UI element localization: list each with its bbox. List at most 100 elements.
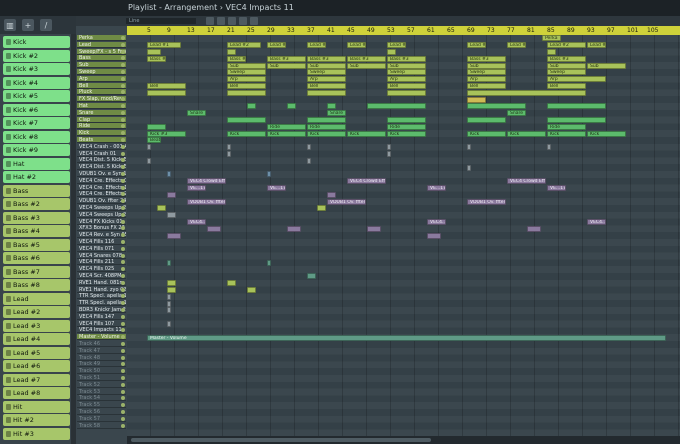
track-header[interactable]: VEC4 Cre. Effects 17 <box>77 185 126 191</box>
channel-button[interactable]: Kick #9 <box>3 144 70 156</box>
pattern-clip[interactable]: Sub <box>307 62 346 69</box>
track-header[interactable]: VEC4 Crash 01 <box>77 151 126 157</box>
pattern-clip[interactable] <box>387 144 391 151</box>
track-header[interactable]: XFX3 Bonus FX 22 <box>77 225 126 232</box>
channel-button[interactable]: Lead #8 <box>3 387 70 399</box>
pattern-clip[interactable]: Sub <box>547 62 586 69</box>
track-header[interactable]: VEC4 Dist. 5 Kick E1 <box>77 157 126 164</box>
track-mute-led[interactable] <box>121 328 125 333</box>
track-header[interactable]: Track 53 <box>77 389 126 395</box>
track-header[interactable]: VEC4 Sweeps Up 25 <box>77 212 126 218</box>
track-mute-led[interactable] <box>121 151 125 156</box>
scrollbar-thumb[interactable] <box>131 438 431 442</box>
track-header[interactable]: RVE1 Hand. 081m 0 <box>77 280 126 286</box>
track-mute-led[interactable] <box>121 70 125 74</box>
pattern-clip[interactable]: Ride <box>267 123 306 130</box>
pattern-clip[interactable] <box>367 103 426 110</box>
pattern-clip[interactable]: VEC4 Crowd Effects 05 <box>187 178 226 185</box>
pattern-clip[interactable] <box>167 191 176 198</box>
pattern-clip[interactable]: Lead #1 <box>147 42 181 49</box>
track-header[interactable]: RVE1 Hand. zyo 021 <box>77 287 126 293</box>
playlist-grid[interactable]: PerkaLead #1Lead #2Lead #2Lead #2Lead #2… <box>127 35 680 444</box>
pattern-clip[interactable]: VEC4...Ks 01 <box>427 219 446 225</box>
track-mute-led[interactable] <box>121 260 125 265</box>
pattern-clip[interactable] <box>387 117 426 123</box>
track-header[interactable]: Sub <box>77 62 126 69</box>
channel-button[interactable]: Kick #4 <box>3 76 70 89</box>
track-mute-led[interactable] <box>121 410 125 414</box>
track-mute-led[interactable] <box>121 172 125 176</box>
pattern-clip[interactable] <box>547 144 551 151</box>
pattern-clip[interactable] <box>547 103 606 110</box>
track-mute-led[interactable] <box>121 362 125 367</box>
pattern-clip[interactable] <box>157 205 166 212</box>
track-header[interactable]: VEC4 Impacts 11 <box>77 327 126 334</box>
pattern-clip[interactable] <box>227 117 266 123</box>
track-mute-led[interactable] <box>121 42 125 47</box>
pattern-clip[interactable]: VE...17 <box>267 185 286 191</box>
pattern-clip[interactable]: Bass #3 <box>267 55 306 62</box>
track-header[interactable]: VEC4 Fills 107 <box>77 321 126 327</box>
timeline-ruler[interactable]: 5 9 13 17 21 25 29 33 37 41 45 49 53 57 61 65 69 73 77 81 85… <box>127 26 680 35</box>
pattern-clip[interactable] <box>387 89 426 96</box>
pattern-clip[interactable] <box>207 225 221 232</box>
track-header[interactable]: Track 58 <box>77 423 126 429</box>
pattern-clip[interactable] <box>467 144 471 151</box>
mute-tool-icon[interactable] <box>239 17 247 25</box>
track-mute-led[interactable] <box>121 348 125 353</box>
track-mute-led[interactable] <box>121 240 125 244</box>
track-header[interactable]: Perka <box>77 35 126 41</box>
pattern-clip[interactable]: Ride <box>307 123 346 130</box>
pattern-clip[interactable]: Kick <box>307 130 346 137</box>
pattern-clip[interactable]: Arp <box>307 76 346 83</box>
track-mute-led[interactable] <box>121 110 125 115</box>
channel-button[interactable]: Bass <box>3 184 70 197</box>
pattern-clip[interactable] <box>167 171 171 178</box>
pattern-clip[interactable]: Bass #1 <box>147 55 166 62</box>
pattern-clip[interactable] <box>317 205 326 212</box>
pattern-clip[interactable] <box>147 89 186 96</box>
pattern-clip[interactable]: VDUB1 Ov. ffter 24 <box>327 198 366 205</box>
track-header[interactable]: Hat <box>77 103 126 109</box>
track-header[interactable]: Lead <box>77 41 126 48</box>
track-header[interactable]: Track 56 <box>77 409 126 415</box>
track-mute-led[interactable] <box>121 287 125 292</box>
pattern-clip[interactable]: Lead #2 <box>387 42 406 49</box>
pattern-clip[interactable] <box>307 89 346 96</box>
pattern-clip[interactable]: Sub <box>587 62 626 69</box>
channel-button[interactable]: Lead #2 <box>3 306 70 318</box>
track-header[interactable]: Snare <box>77 109 126 116</box>
pattern-clip[interactable] <box>267 171 271 178</box>
pattern-clip[interactable] <box>227 144 231 151</box>
channel-button[interactable]: Hat <box>3 157 70 170</box>
pattern-clip[interactable]: VEC4...Ks 01 <box>587 219 606 225</box>
track-header[interactable]: VEC4 FX Kicks 01 <box>77 219 126 225</box>
pattern-clip[interactable]: Bell <box>307 83 346 89</box>
track-header[interactable]: Track 50 <box>77 368 126 375</box>
pattern-clip[interactable] <box>247 287 256 293</box>
pattern-clip[interactable]: Kick <box>387 130 426 137</box>
track-header[interactable]: VEC4 Snares 078 <box>77 253 126 259</box>
pattern-clip[interactable]: Snare <box>507 110 526 117</box>
pattern-clip[interactable]: Sub <box>387 62 426 69</box>
track-header[interactable]: Master - Volume <box>77 334 126 341</box>
pattern-clip[interactable] <box>327 191 336 198</box>
track-header[interactable]: VEC4 Scr. 408PM <box>77 273 126 279</box>
pattern-clip[interactable] <box>147 49 161 55</box>
track-header[interactable]: Bell <box>77 82 126 89</box>
track-header[interactable]: Track 57 <box>77 416 126 422</box>
track-mute-led[interactable] <box>121 49 125 54</box>
pattern-clip[interactable] <box>227 151 231 157</box>
pattern-clip[interactable]: Sweep <box>467 69 506 76</box>
pattern-clip[interactable]: VEC4...Ks 01 <box>187 219 206 225</box>
track-header[interactable]: VEC4 Fills 071 <box>77 246 126 252</box>
track-header[interactable]: Track 46 <box>77 341 126 347</box>
pattern-clip[interactable] <box>387 49 396 55</box>
track-mute-led[interactable] <box>121 83 125 88</box>
pattern-clip[interactable]: Kick <box>347 130 386 137</box>
pattern-clip[interactable]: Kick <box>467 130 506 137</box>
pattern-clip[interactable] <box>227 280 236 287</box>
pattern-clip[interactable] <box>147 157 151 164</box>
pattern-clip[interactable] <box>287 103 296 110</box>
channel-button[interactable]: Bass #6 <box>3 252 70 264</box>
